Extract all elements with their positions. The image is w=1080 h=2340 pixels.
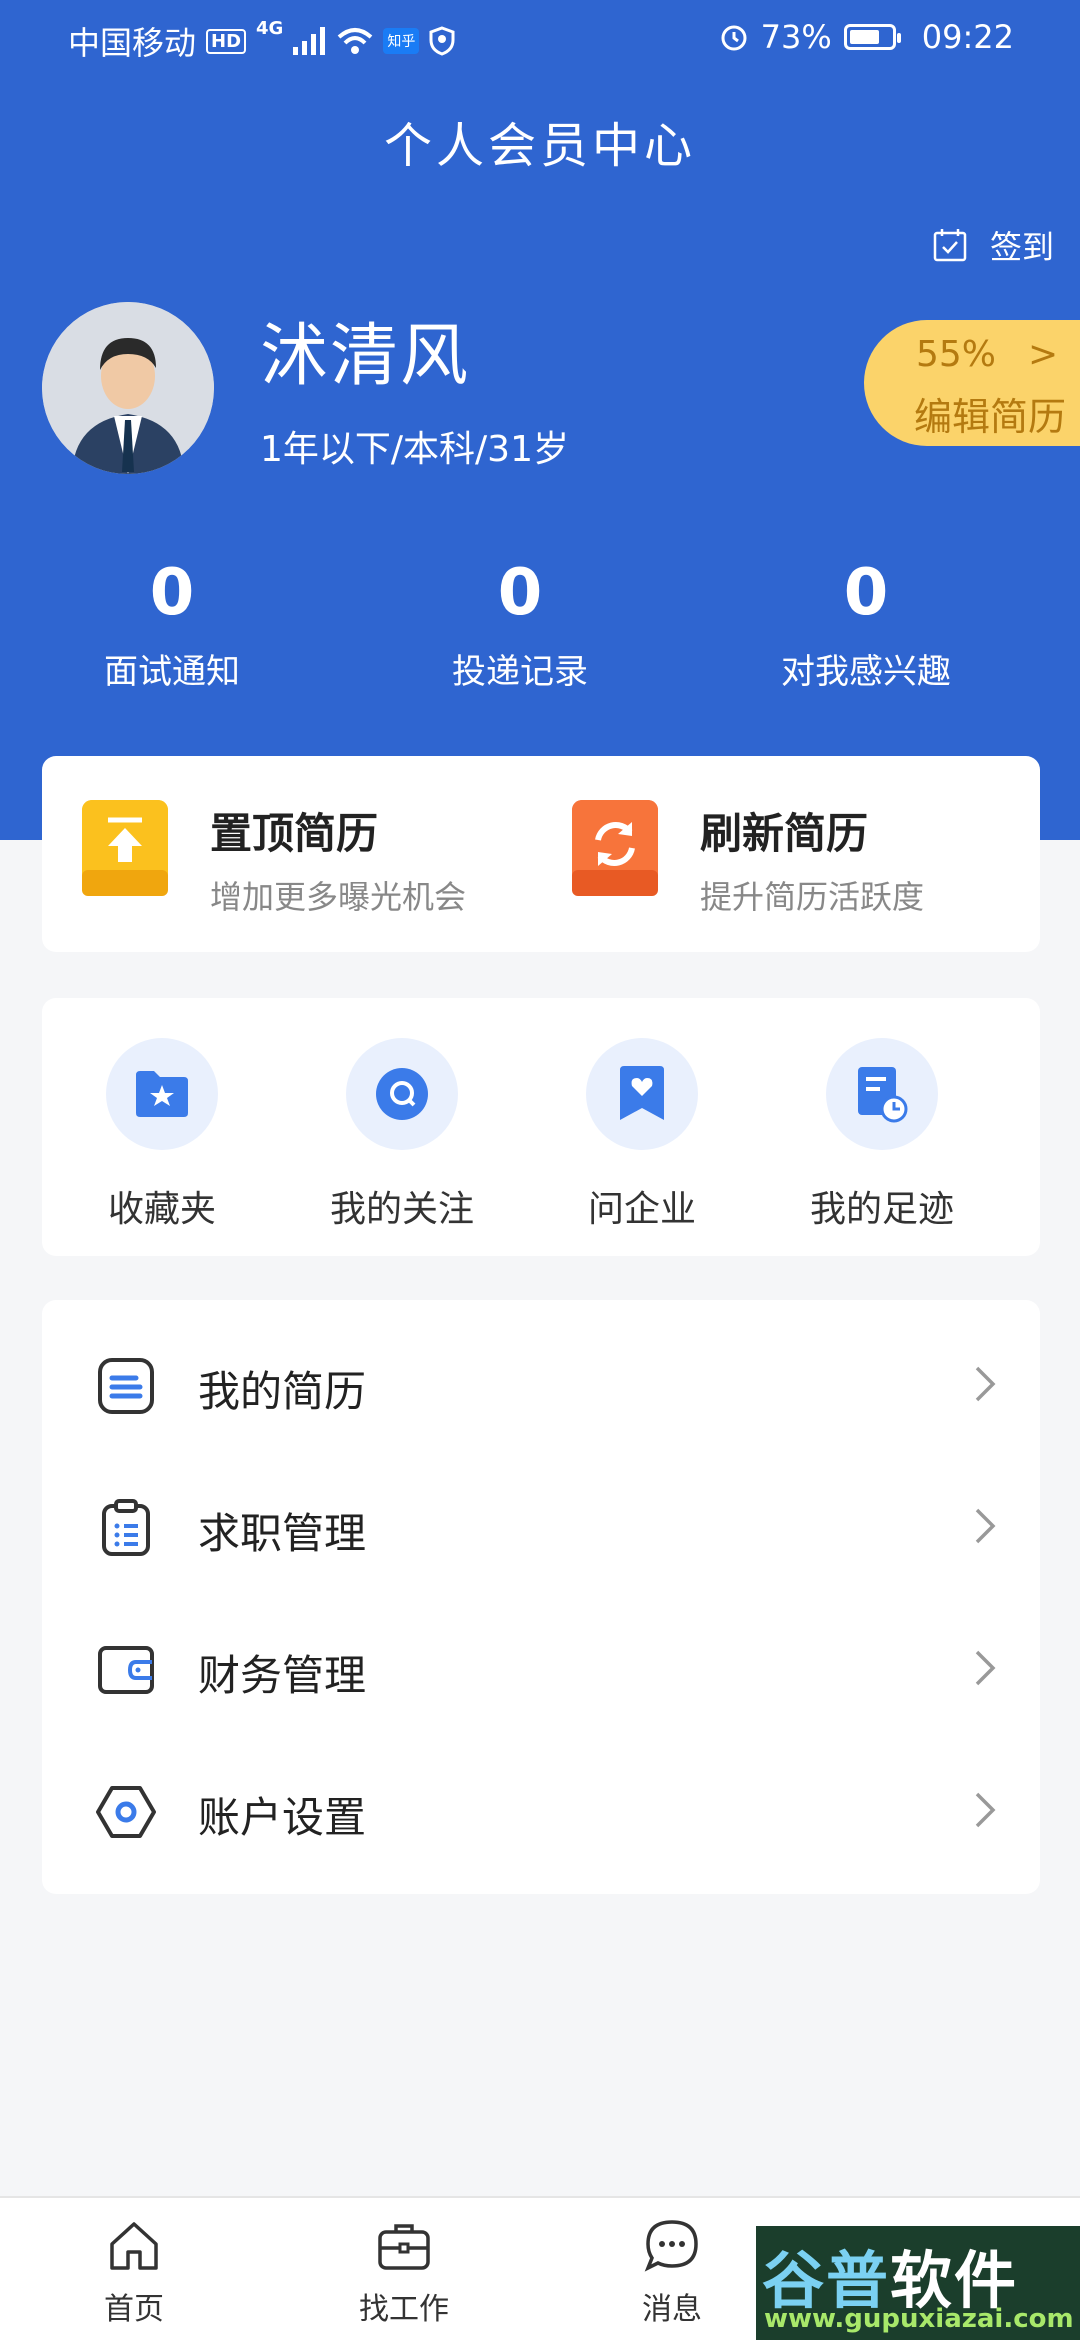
shield-icon (429, 26, 455, 56)
watermark-logo: 谷普软件园 www.gupuxiazai.com (756, 2226, 1080, 2340)
tab-home[interactable]: 首页 (44, 2216, 224, 2328)
refresh-icon (572, 800, 658, 896)
history-icon (826, 1038, 938, 1150)
message-icon (644, 2220, 698, 2272)
home-icon (110, 2222, 158, 2270)
signin-button[interactable]: 签到 (932, 222, 1054, 268)
chevron-right-icon (975, 1792, 996, 1828)
menu-item-label: 财务管理 (198, 1651, 367, 1700)
quick-link-label: 我的足迹 (809, 1189, 954, 1230)
menu-item-account-settings[interactable]: 账户设置 (42, 1740, 1040, 1882)
menu-item-job-management[interactable]: 求职管理 (42, 1456, 1040, 1598)
briefcase-icon (378, 2224, 430, 2270)
menu-item-my-resume[interactable]: 我的简历 (42, 1314, 1040, 1456)
battery-percent: 73% (760, 18, 832, 56)
status-bar: 中国移动 HD 4G 知乎 73% 09:22 (0, 0, 1080, 78)
quick-link-label: 收藏夹 (107, 1189, 216, 1230)
signal-icon (293, 27, 326, 55)
stat-value: 0 (497, 556, 543, 630)
wallet-icon (98, 1646, 154, 1694)
tab-label: 首页 (104, 2292, 164, 2327)
stat-value: 0 (149, 556, 195, 630)
quick-link-history[interactable]: 我的足迹 (762, 1038, 1002, 1232)
stat-interested-in-me[interactable]: 0 对我感兴趣 (696, 556, 1036, 693)
quick-link-label: 我的关注 (329, 1189, 474, 1230)
menu-item-label: 求职管理 (198, 1509, 367, 1558)
edit-resume-button[interactable]: 55% > 编辑简历 (864, 320, 1080, 446)
battery-icon (843, 24, 901, 50)
tab-label: 消息 (642, 2292, 702, 2327)
stat-label: 投递记录 (452, 652, 588, 692)
pin-top-icon (82, 800, 168, 896)
chevron-right-icon: > (1028, 334, 1059, 375)
stat-interview-notices[interactable]: 0 面试通知 (2, 556, 342, 693)
user-avatar-icon (42, 302, 214, 474)
refresh-resume-button[interactable]: 刷新简历 提升简历活跃度 (572, 800, 924, 916)
promo-title: 置顶简历 (210, 809, 379, 858)
settings-hex-icon (96, 1786, 156, 1838)
signin-label: 签到 (989, 228, 1054, 266)
stat-value: 0 (843, 556, 889, 630)
menu-item-label: 我的简历 (198, 1367, 367, 1416)
quick-link-favorites[interactable]: 收藏夹 (42, 1038, 282, 1232)
clock-time: 09:22 (921, 18, 1014, 56)
stat-applications[interactable]: 0 投递记录 (350, 556, 690, 693)
chevron-right-icon (975, 1508, 996, 1544)
quick-link-ask-company[interactable]: 问企业 (522, 1038, 762, 1232)
zhihu-badge: 知乎 (383, 28, 420, 54)
user-meta: 1年以下/本科/31岁 (260, 429, 569, 470)
promo-title: 刷新简历 (700, 809, 869, 858)
promo-subtitle: 提升简历活跃度 (700, 878, 925, 916)
menu-card: 我的简历 求职管理 财务管理 账户设置 (42, 1300, 1040, 1894)
pin-resume-button[interactable]: 置顶简历 增加更多曝光机会 (82, 800, 466, 916)
quick-links-card: 收藏夹 我的关注 问企业 我的足迹 (42, 998, 1040, 1256)
watermark-url: www.gupuxiazai.com (764, 2304, 1074, 2334)
stat-label: 面试通知 (104, 652, 240, 692)
menu-item-label: 账户设置 (198, 1793, 367, 1842)
favorites-folder-icon (106, 1038, 218, 1150)
menu-item-finance-management[interactable]: 财务管理 (42, 1598, 1040, 1740)
carrier-text: 中国移动 (68, 24, 197, 62)
stat-label: 对我感兴趣 (781, 652, 951, 692)
chevron-right-icon (975, 1366, 996, 1402)
follow-icon (346, 1038, 458, 1150)
calendar-check-icon (933, 229, 967, 262)
user-name: 沭清风 (260, 317, 471, 396)
avatar[interactable] (42, 302, 214, 474)
chevron-right-icon (975, 1650, 996, 1686)
network-text: 4G (256, 18, 284, 39)
tab-find-job[interactable]: 找工作 (314, 2216, 494, 2328)
promo-subtitle: 增加更多曝光机会 (210, 878, 467, 916)
promo-card: 置顶简历 增加更多曝光机会 刷新简历 提升简历活跃度 (42, 756, 1040, 952)
hd-badge: HD (206, 28, 247, 54)
wifi-icon (338, 28, 373, 54)
edit-resume-label: 编辑简历 (914, 395, 1067, 439)
quick-link-following[interactable]: 我的关注 (282, 1038, 522, 1232)
ask-company-icon (586, 1038, 698, 1150)
resume-completion: 55% (916, 334, 997, 375)
tab-label: 找工作 (359, 2292, 449, 2327)
tab-messages[interactable]: 消息 (582, 2216, 762, 2328)
clipboard-icon (102, 1499, 150, 1556)
alarm-icon (721, 25, 747, 51)
resume-icon (98, 1358, 154, 1414)
quick-link-label: 问企业 (587, 1189, 696, 1230)
page-title: 个人会员中心 (383, 118, 696, 174)
